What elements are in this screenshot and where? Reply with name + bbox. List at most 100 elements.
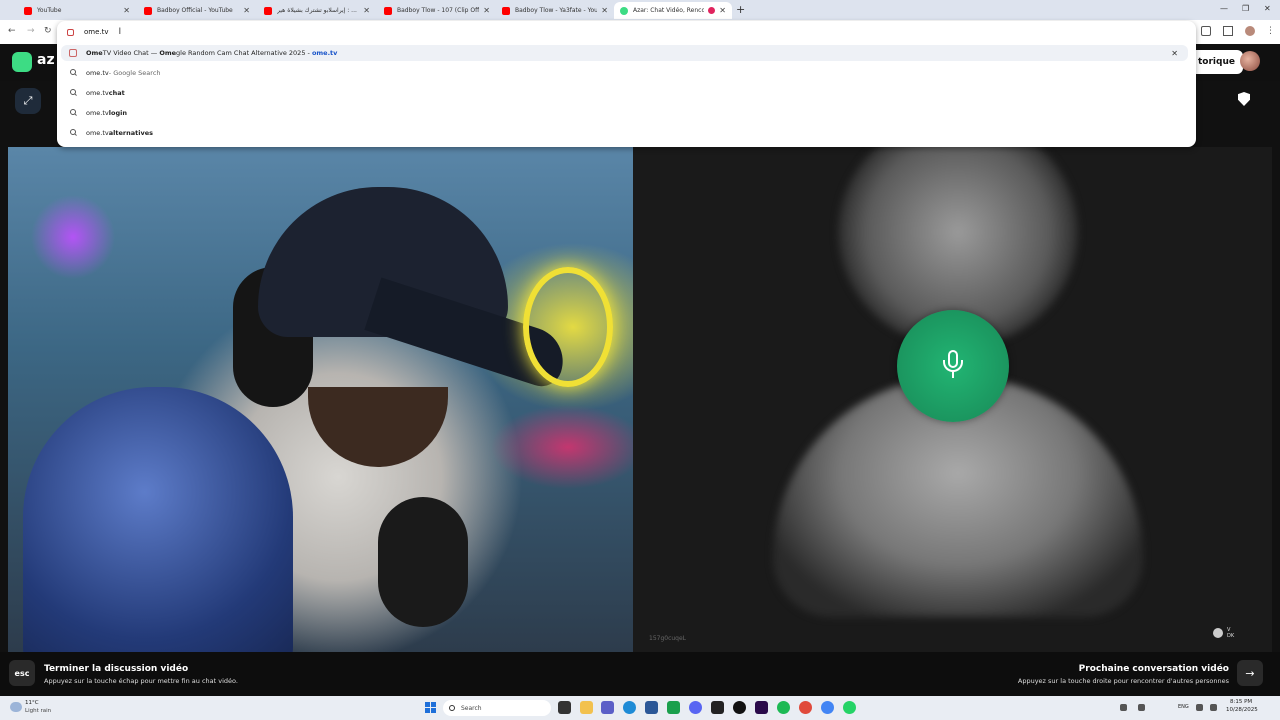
tab-badboy-ya3fate[interactable]: Badboy Tlow - Ya3fate - YouTube ✕ bbox=[496, 2, 614, 19]
fullscreen-button[interactable]: ⤢ bbox=[15, 88, 41, 114]
weather-desc[interactable]: Light rain bbox=[25, 708, 51, 714]
suggestion-text: gle Random Cam Chat Alternative 2025 - bbox=[176, 49, 312, 57]
reload-icon[interactable]: ↻ bbox=[44, 26, 52, 36]
suggestion-search[interactable]: ome.tv chat bbox=[61, 85, 1188, 101]
local-video bbox=[8, 147, 633, 652]
file-explorer-icon[interactable] bbox=[580, 701, 593, 714]
search-placeholder: Search bbox=[461, 704, 482, 712]
start-icon[interactable] bbox=[425, 702, 436, 713]
app-icon[interactable] bbox=[667, 701, 680, 714]
site-info-icon[interactable] bbox=[67, 28, 74, 36]
tab-badboy-107[interactable]: Badboy Tlow - 107 (Clip Officiel) ✕ bbox=[378, 2, 496, 19]
end-chat-title: Terminer la discussion vidéo bbox=[44, 664, 189, 674]
bottom-controls: esc Terminer la discussion vidéo Appuyez… bbox=[0, 652, 1280, 696]
tab-title: إيراسلابو تشترك بشيلاة هير : ... bbox=[277, 7, 357, 14]
suggestion-query: ome.tv bbox=[86, 89, 109, 97]
remove-suggestion-icon[interactable]: ✕ bbox=[1171, 49, 1178, 58]
tab-title: Azar: Chat Vidéo, Rencontre bbox=[633, 7, 705, 14]
safety-shield-icon[interactable] bbox=[1238, 92, 1250, 106]
suggestion-suffix: - Google Search bbox=[108, 69, 161, 77]
menu-icon[interactable]: ⋮ bbox=[1266, 26, 1275, 36]
address-input[interactable]: ome.tv bbox=[84, 28, 109, 36]
restore-icon[interactable]: ❐ bbox=[1242, 4, 1249, 13]
suggestion-query: ome.tv bbox=[86, 129, 109, 137]
discord-icon[interactable] bbox=[689, 701, 702, 714]
suggestion-query: ome.tv bbox=[86, 109, 109, 117]
user-icon bbox=[1213, 628, 1223, 638]
tab-badboy-official[interactable]: Badboy Official - YouTube ✕ bbox=[138, 2, 256, 19]
tab-title: Badboy Official - YouTube bbox=[157, 7, 233, 14]
task-view-icon[interactable] bbox=[558, 701, 571, 714]
text-cursor-icon: I bbox=[118, 27, 122, 37]
address-bar[interactable]: ome.tv I bbox=[67, 27, 121, 37]
close-tab-icon[interactable]: ✕ bbox=[483, 6, 490, 15]
taskbar-search[interactable]: Search bbox=[443, 700, 551, 716]
close-tab-icon[interactable]: ✕ bbox=[719, 6, 726, 15]
youtube-icon bbox=[264, 6, 272, 15]
tab-azar[interactable]: Azar: Chat Vidéo, Rencontre ✕ bbox=[614, 2, 732, 19]
close-tab-icon[interactable]: ✕ bbox=[601, 6, 608, 15]
history-button[interactable]: torique bbox=[1190, 50, 1243, 74]
azar-icon bbox=[620, 6, 628, 15]
browser-profile-avatar[interactable] bbox=[1245, 26, 1255, 36]
esc-button[interactable]: esc bbox=[9, 660, 35, 686]
weather-icon[interactable] bbox=[10, 702, 22, 712]
new-tab-icon[interactable]: + bbox=[736, 3, 745, 16]
edge-icon[interactable] bbox=[623, 701, 636, 714]
suggestion-text: TV Video Chat — bbox=[102, 49, 160, 57]
avatar[interactable] bbox=[1240, 51, 1260, 71]
language-indicator[interactable]: ENG bbox=[1178, 704, 1189, 710]
volume-icon[interactable] bbox=[1210, 704, 1217, 711]
close-tab-icon[interactable]: ✕ bbox=[123, 6, 130, 15]
whatsapp-icon[interactable] bbox=[843, 701, 856, 714]
suggestion-history[interactable]: OmeTV Video Chat — Omegle Random Cam Cha… bbox=[61, 45, 1188, 61]
premiere-icon[interactable] bbox=[755, 701, 768, 714]
peer-id: 157g0cuqeL bbox=[649, 635, 687, 642]
close-tab-icon[interactable]: ✕ bbox=[243, 6, 250, 15]
wifi-icon[interactable] bbox=[1196, 704, 1203, 711]
forward-icon[interactable]: → bbox=[27, 26, 35, 36]
chrome-profile-icon[interactable] bbox=[821, 701, 834, 714]
suggestion-extra: login bbox=[108, 109, 127, 117]
youtube-icon bbox=[24, 6, 32, 15]
sidepanel-icon[interactable] bbox=[1223, 26, 1233, 36]
close-window-icon[interactable]: ✕ bbox=[1264, 4, 1271, 13]
back-icon[interactable]: ← bbox=[8, 26, 16, 36]
tab-arabic-video[interactable]: إيراسلابو تشترك بشيلاة هير : ... ✕ bbox=[258, 2, 376, 19]
tab-youtube[interactable]: YouTube ✕ bbox=[18, 2, 136, 19]
weather-temp[interactable]: 11°C bbox=[25, 700, 39, 706]
teams-icon[interactable] bbox=[601, 701, 614, 714]
search-icon bbox=[69, 89, 77, 97]
tab-title: YouTube bbox=[37, 7, 62, 14]
suggestion-extra: chat bbox=[108, 89, 125, 97]
capcut-icon[interactable] bbox=[711, 701, 724, 714]
youtube-icon bbox=[384, 6, 392, 15]
tray-app-icon[interactable] bbox=[1138, 704, 1145, 711]
clock-date[interactable]: 10/28/2025 bbox=[1226, 707, 1258, 713]
omnibox-dropdown: ome.tv I OmeTV Video Chat — Omegle Rando… bbox=[57, 21, 1196, 147]
spotify-icon[interactable] bbox=[777, 701, 790, 714]
expand-icon: ⤢ bbox=[23, 94, 33, 107]
logo-text: az bbox=[37, 52, 55, 68]
youtube-icon bbox=[144, 6, 152, 15]
voice-indicator bbox=[897, 310, 1009, 422]
peer-meta: V DK bbox=[1227, 627, 1234, 639]
tray-chevron-icon[interactable] bbox=[1120, 704, 1127, 711]
minimize-icon[interactable]: — bbox=[1220, 4, 1228, 13]
peer-info: V DK bbox=[1213, 627, 1234, 639]
azar-logo-icon[interactable] bbox=[12, 52, 32, 72]
close-tab-icon[interactable]: ✕ bbox=[363, 6, 370, 15]
extensions-icon[interactable] bbox=[1201, 26, 1211, 36]
suggestion-search[interactable]: ome.tv login bbox=[61, 105, 1188, 121]
search-icon bbox=[449, 705, 455, 711]
clock-time[interactable]: 8:15 PM bbox=[1230, 699, 1252, 705]
chrome-icon[interactable] bbox=[799, 701, 812, 714]
neon-sign bbox=[523, 267, 613, 387]
next-button[interactable]: → bbox=[1237, 660, 1263, 686]
screen: YouTube ✕ Badboy Official - YouTube ✕ إي… bbox=[0, 0, 1280, 720]
obs-icon[interactable] bbox=[733, 701, 746, 714]
store-icon[interactable] bbox=[645, 701, 658, 714]
arrow-right-icon: → bbox=[1245, 666, 1255, 680]
suggestion-search[interactable]: ome.tv - Google Search bbox=[61, 65, 1188, 81]
suggestion-search[interactable]: ome.tv alternatives bbox=[61, 125, 1188, 141]
